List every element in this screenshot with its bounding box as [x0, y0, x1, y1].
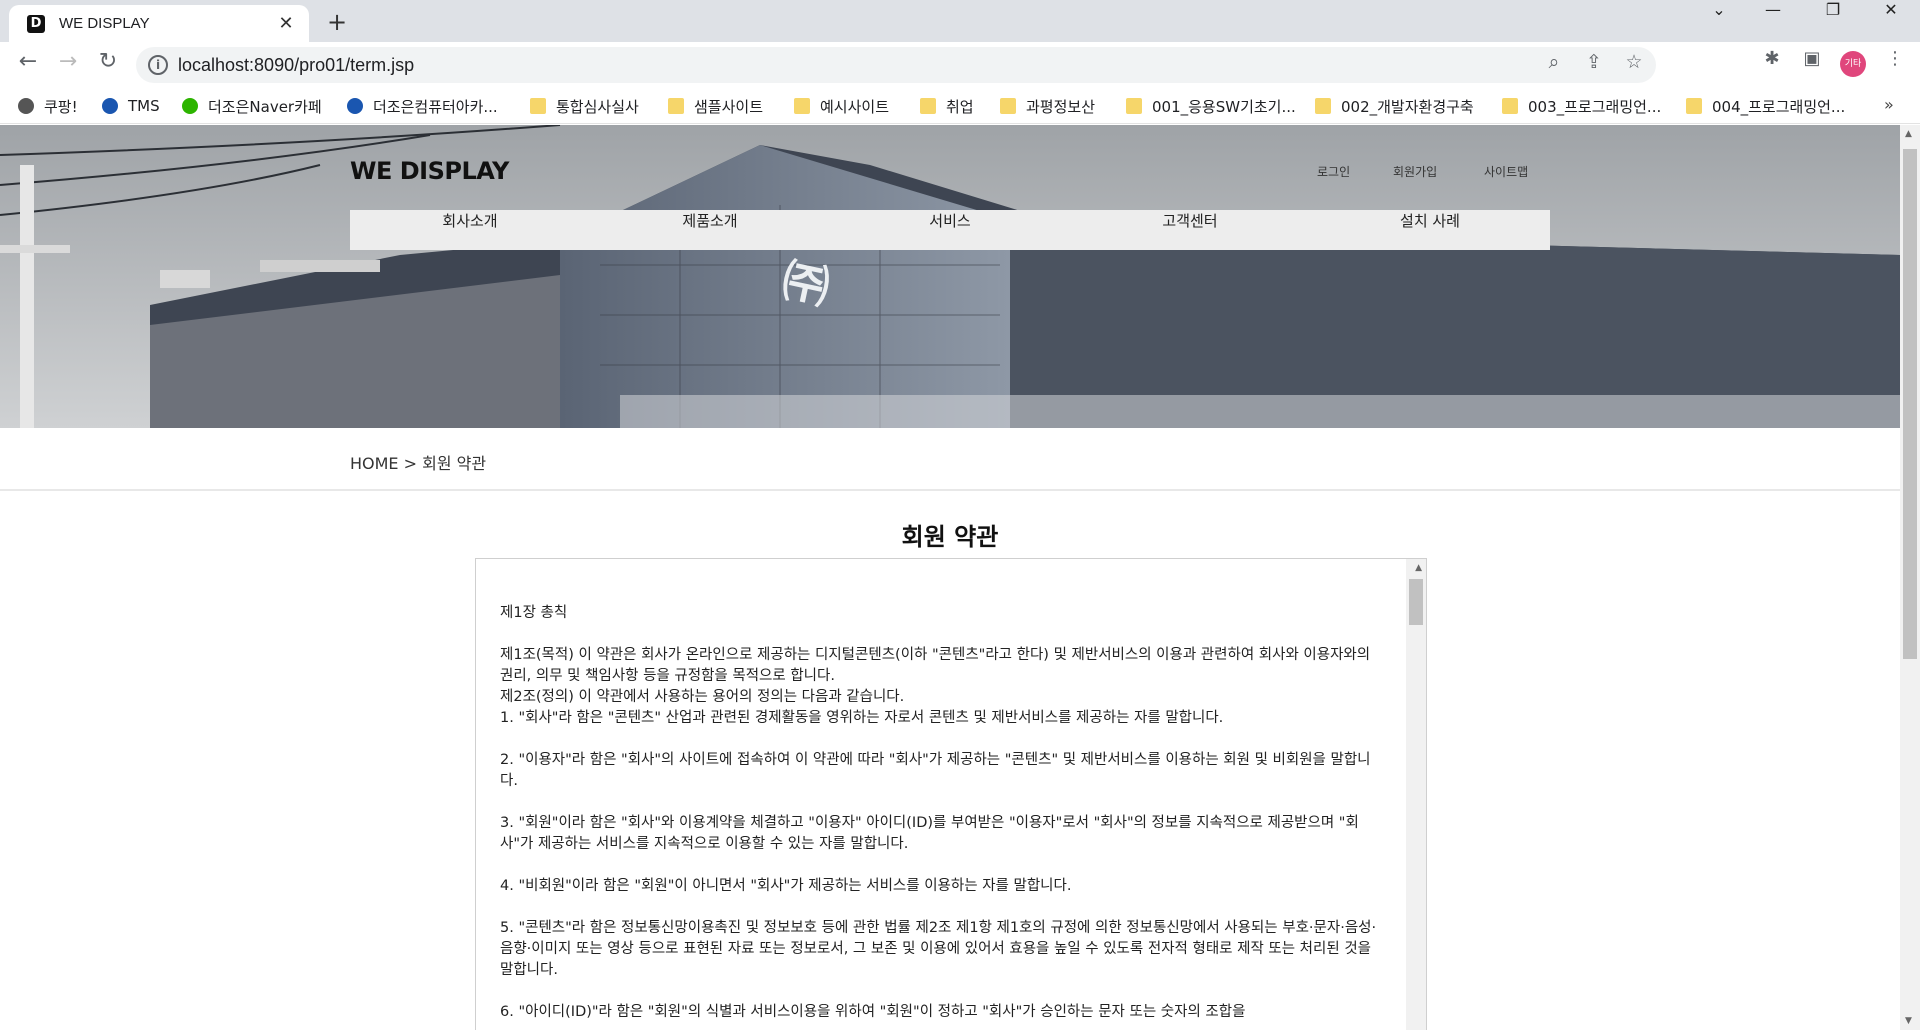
terms-scroll-thumb[interactable]: [1409, 579, 1423, 625]
site-favicon-icon: D: [27, 14, 45, 33]
folder-icon: [1000, 98, 1016, 114]
hero-banner: ㈜ WE DISPLAY 로그인 회원가입 사이트맵 회사소개 제품소개 서비스…: [0, 125, 1900, 428]
site-logo[interactable]: WE DISPLAY: [350, 157, 509, 185]
terms-item: 4. "비회원"이라 함은 "회원"이 아니면서 "회사"가 제공하는 서비스를…: [500, 878, 1072, 894]
bookmarks-overflow-button[interactable]: »: [1884, 95, 1894, 114]
terms-textarea[interactable]: 제1장 총칙 제1조(목적) 이 약관은 회사가 온라인으로 제공하는 디지털콘…: [475, 558, 1427, 1030]
bookmark-label: 통합심사실사: [556, 97, 639, 116]
bookmark-label: 004_프로그래밍언...: [1712, 97, 1846, 116]
page-scroll-thumb[interactable]: [1903, 149, 1917, 659]
bookmark-item[interactable]: TMS: [102, 95, 160, 117]
terms-item: 5. "콘텐츠"라 함은 정보통신망이용촉진 및 정보보호 등에 관한 법률 제…: [500, 920, 1377, 978]
page-scrollbar[interactable]: ▲ ▼: [1900, 125, 1920, 1030]
chrome-menu-icon[interactable]: ⋮: [1880, 48, 1910, 78]
terms-item: 2. "이용자"라 함은 "회사"의 사이트에 접속하여 이 약관에 따라 "회…: [500, 752, 1371, 789]
nav-item-support[interactable]: 고객센터: [1070, 210, 1310, 250]
terms-item: 1. "회사"라 함은 "콘텐츠" 산업과 관련된 경제활동을 영위하는 자로서…: [500, 710, 1224, 726]
bookmark-label: 취업: [946, 97, 974, 116]
back-arrow-icon[interactable]: ←: [12, 49, 44, 81]
terms-item: 6. "아이디(ID)"라 함은 "회원"의 식별과 서비스이용을 위하여 "회…: [500, 1004, 1246, 1020]
divider: [0, 489, 1900, 491]
folder-icon: [1502, 98, 1518, 114]
building-photo: ㈜: [0, 125, 1900, 428]
bookmark-item[interactable]: 더조은Naver카페: [182, 95, 322, 117]
profile-avatar[interactable]: 기타: [1840, 51, 1866, 77]
bookmark-item[interactable]: 쿠팡!: [18, 95, 78, 117]
globe-icon: [18, 98, 34, 114]
bookmark-item[interactable]: 취업: [920, 95, 974, 117]
folder-icon: [1686, 98, 1702, 114]
page-title: 회원 약관: [901, 523, 999, 551]
forward-arrow-icon[interactable]: →: [52, 49, 84, 81]
zoom-icon[interactable]: ⌕: [1542, 51, 1566, 79]
nav-item-service[interactable]: 서비스: [830, 210, 1070, 250]
tab-title: WE DISPLAY: [59, 15, 150, 32]
bookmark-label: 쿠팡!: [44, 97, 78, 116]
bookmark-label: 003_프로그래밍언...: [1528, 97, 1662, 116]
terms-content: 제1장 총칙 제1조(목적) 이 약관은 회사가 온라인으로 제공하는 디지털콘…: [500, 603, 1380, 1030]
bookmark-label: 과평정보산: [1026, 97, 1096, 116]
bookmark-label: 002_개발자환경구축: [1341, 97, 1474, 116]
folder-icon: [794, 98, 810, 114]
tab-close-icon[interactable]: ✕: [275, 13, 297, 34]
scroll-up-arrow-icon[interactable]: ▲: [1415, 563, 1422, 573]
terms-scrollbar[interactable]: ▲: [1406, 559, 1426, 1030]
bookmark-item[interactable]: 샘플사이트: [668, 95, 763, 117]
breadcrumb: HOME > 회원 약관: [350, 454, 487, 473]
bookmark-star-icon[interactable]: ☆: [1622, 51, 1646, 79]
bookmark-item[interactable]: 더조은컴퓨터아카...: [347, 95, 498, 117]
bookmark-label: 더조은Naver카페: [208, 97, 322, 116]
folder-icon: [1126, 98, 1142, 114]
bookmark-item[interactable]: 001_응용SW기초기...: [1126, 95, 1296, 117]
login-link[interactable]: 로그인: [1317, 163, 1350, 180]
restore-button[interactable]: ❐: [1804, 0, 1862, 38]
bookmark-label: 더조은컴퓨터아카...: [373, 97, 498, 116]
bookmarks-bar: 쿠팡! TMS 더조은Naver카페 더조은컴퓨터아카... 통합심사실사 샘플사이트 예시…: [0, 88, 1920, 124]
tab-search-chevron-icon[interactable]: ⌄: [1690, 0, 1748, 38]
academy-logo-icon: [347, 98, 363, 114]
site-info-icon[interactable]: i: [148, 55, 168, 75]
folder-icon: [530, 98, 546, 114]
extensions-puzzle-icon[interactable]: ✱: [1757, 48, 1787, 78]
signup-link[interactable]: 회원가입: [1393, 163, 1437, 180]
tms-logo-icon: [102, 98, 118, 114]
bookmark-label: TMS: [128, 97, 160, 115]
scroll-down-arrow-icon[interactable]: ▼: [1905, 1016, 1912, 1026]
url-text[interactable]: localhost:8090/pro01/term.jsp: [178, 55, 414, 76]
folder-icon: [1315, 98, 1331, 114]
bookmark-label: 예시사이트: [820, 97, 890, 116]
nav-item-company[interactable]: 회사소개: [350, 210, 590, 250]
naver-cafe-icon: [182, 98, 198, 114]
bookmark-item[interactable]: 002_개발자환경구축: [1315, 95, 1474, 117]
terms-chapter: 제1장 총칙: [500, 605, 568, 621]
bookmark-item[interactable]: 예시사이트: [794, 95, 889, 117]
bookmark-item[interactable]: 004_프로그래밍언...: [1686, 95, 1845, 117]
share-icon[interactable]: ⇪: [1582, 51, 1606, 79]
terms-item: 3. "회원"이라 함은 "회사"와 이용계약을 체결하고 "이용자" 아이디(…: [500, 815, 1359, 852]
sitemap-link[interactable]: 사이트맵: [1484, 163, 1528, 180]
folder-icon: [668, 98, 684, 114]
address-bar[interactable]: i localhost:8090/pro01/term.jsp ⌕ ⇪ ☆: [136, 47, 1656, 83]
folder-icon: [920, 98, 936, 114]
browser-tab[interactable]: D WE DISPLAY ✕: [9, 5, 309, 42]
side-panel-icon[interactable]: ▣: [1797, 48, 1827, 78]
browser-toolbar: ← → ↻ i localhost:8090/pro01/term.jsp ⌕ …: [0, 42, 1920, 88]
bookmark-item[interactable]: 003_프로그래밍언...: [1502, 95, 1661, 117]
bookmark-label: 001_응용SW기초기...: [1152, 97, 1296, 116]
new-tab-button[interactable]: +: [322, 7, 352, 37]
minimize-button[interactable]: —: [1744, 0, 1802, 38]
main-nav: 회사소개 제품소개 서비스 고객센터 설치 사례: [350, 210, 1550, 250]
nav-item-cases[interactable]: 설치 사례: [1310, 210, 1550, 250]
bookmark-item[interactable]: 통합심사실사: [530, 95, 639, 117]
reload-icon[interactable]: ↻: [92, 49, 124, 81]
bookmark-label: 샘플사이트: [694, 97, 764, 116]
scroll-up-arrow-icon[interactable]: ▲: [1905, 129, 1912, 139]
page-viewport: ㈜ WE DISPLAY 로그인 회원가입 사이트맵 회사소개 제품소개 서비스…: [0, 125, 1900, 1030]
bookmark-item[interactable]: 과평정보산: [1000, 95, 1095, 117]
close-window-button[interactable]: ✕: [1862, 0, 1920, 38]
nav-item-products[interactable]: 제품소개: [590, 210, 830, 250]
browser-tab-strip: D WE DISPLAY ✕ + ⌄ — ❐ ✕: [0, 0, 1920, 42]
terms-article: 제2조(정의) 이 약관에서 사용하는 용어의 정의는 다음과 같습니다.: [500, 689, 905, 705]
terms-article: 제1조(목적) 이 약관은 회사가 온라인으로 제공하는 디지털콘텐츠(이하 "…: [500, 647, 1371, 684]
